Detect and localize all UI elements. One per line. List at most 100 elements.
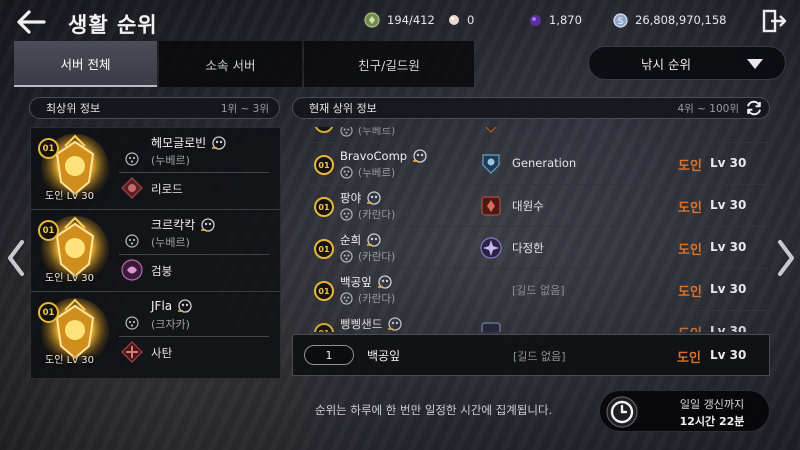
refresh-label: 일일 갱신까지 bbox=[679, 398, 745, 411]
level: Lv 30 bbox=[710, 282, 747, 296]
rank-badge: 01 bbox=[38, 138, 59, 159]
player-name-row: BravoComp bbox=[340, 148, 428, 164]
class-name: 도인 bbox=[678, 243, 702, 258]
guild-emblem-icon bbox=[481, 322, 501, 332]
player-server: (카란다) bbox=[358, 251, 396, 263]
level: Lv 30 bbox=[66, 191, 94, 202]
top-player-card[interactable]: 01 도인 Lv 30 JFla (크자카) 사탄 bbox=[31, 292, 280, 374]
chevron-right-icon[interactable] bbox=[774, 238, 798, 278]
guild-name: 사탄 bbox=[151, 346, 173, 360]
ranking-row[interactable]: 01 팡야 (카란다) 대원수 도인 Lv 30 bbox=[308, 185, 768, 227]
player-name-row: 순희 bbox=[340, 232, 382, 248]
profile-view-icon[interactable] bbox=[387, 316, 403, 332]
guild-name: 검붕 bbox=[151, 264, 173, 278]
range-group: 4위 ~ 100위 bbox=[677, 99, 763, 117]
player-name-row: 삥삥샌드 bbox=[340, 316, 403, 332]
section-label: 현재 상위 정보 bbox=[309, 102, 377, 115]
server-icon bbox=[125, 152, 139, 166]
rank-badge: 01 bbox=[314, 239, 334, 259]
player-name: JFla bbox=[151, 299, 173, 313]
top-player-card[interactable]: 01 도인 Lv 30 크르칵칵 (누베르) 검붕 bbox=[31, 210, 280, 292]
player-name-row: 헤모글로빈 bbox=[151, 134, 227, 151]
ranking-row[interactable]: 01 백공잎 (카란다) [길드 없음] 도인 Lv 30 bbox=[308, 269, 768, 311]
class-name: 도인 bbox=[678, 323, 702, 332]
ranking-type-label: 낚시 순위 bbox=[641, 56, 691, 72]
class-name: 도인 bbox=[678, 285, 702, 300]
ranking-type-dropdown[interactable]: 낚시 순위 bbox=[588, 46, 786, 80]
ranking-list[interactable]: 01 (누베르) 01 BravoComp (누베르) Generation 도… bbox=[308, 127, 768, 332]
my-name: 백공잎 bbox=[367, 349, 401, 363]
pearl-icon bbox=[449, 15, 459, 25]
player-name: 순희 bbox=[340, 233, 362, 247]
player-server: (누베르) bbox=[151, 236, 190, 249]
page-title: 생활 순위 bbox=[68, 13, 158, 37]
divider bbox=[119, 254, 269, 255]
guild-name: 리로드 bbox=[151, 182, 183, 196]
section-label: 최상위 정보 bbox=[46, 102, 101, 115]
ranking-row[interactable]: 01 삥삥샌드 도인 Lv 30 bbox=[308, 311, 768, 332]
guild-emblem-icon bbox=[481, 196, 501, 216]
guild-emblem-icon bbox=[480, 237, 502, 259]
rank-emblem: 01 도인 Lv 30 bbox=[37, 132, 109, 206]
exit-door-icon[interactable] bbox=[761, 8, 787, 34]
ranking-notice: 순위는 하루에 한 번만 일정한 시간에 집계됩니다. bbox=[315, 403, 553, 417]
currency-silver-coin: S 26,808,970,158 bbox=[613, 11, 726, 29]
clock-icon bbox=[606, 396, 638, 428]
tab-home-server[interactable]: 소속 서버 bbox=[159, 41, 302, 87]
level: Lv 30 bbox=[710, 240, 747, 254]
profile-view-icon[interactable] bbox=[366, 232, 382, 248]
refresh-icon[interactable] bbox=[745, 99, 763, 117]
server-icon bbox=[340, 208, 353, 221]
tab-all-servers[interactable]: 서버 전체 bbox=[14, 41, 157, 87]
currency-pearl: 0 bbox=[448, 11, 474, 29]
refresh-countdown: 12시간 22분 bbox=[679, 415, 745, 428]
server-icon bbox=[340, 250, 353, 263]
silver-coin-icon: S bbox=[613, 12, 628, 28]
section-range: 4위 ~ 100위 bbox=[677, 102, 739, 115]
player-name: 헤모글로빈 bbox=[151, 136, 207, 150]
rank-badge: 01 bbox=[314, 281, 334, 301]
currency-value: 194/412 bbox=[387, 13, 435, 27]
rank-badge: 01 bbox=[38, 220, 59, 241]
ranking-row[interactable]: 01 순희 (카란다) 다정한 도인 Lv 30 bbox=[308, 227, 768, 269]
green-gem-icon bbox=[364, 12, 380, 28]
level: Lv 30 bbox=[66, 273, 94, 284]
top-bar: 생활 순위 194/412 0 1,870 S 26,808,970,158 bbox=[0, 0, 800, 44]
guild-name: 다정한 bbox=[512, 241, 544, 255]
class-name: 도인 bbox=[45, 191, 64, 202]
profile-view-icon[interactable] bbox=[200, 217, 216, 233]
class-level-label: 도인 Lv 30 bbox=[45, 187, 94, 202]
top-player-card[interactable]: 01 도인 Lv 30 헤모글로빈 (누베르) 리로드 bbox=[31, 128, 280, 210]
profile-view-icon[interactable] bbox=[211, 135, 227, 151]
rank-badge: 01 bbox=[314, 155, 334, 175]
player-server: (카란다) bbox=[358, 209, 396, 221]
server-icon bbox=[340, 127, 353, 137]
profile-view-icon[interactable] bbox=[366, 190, 382, 206]
profile-view-icon[interactable] bbox=[377, 274, 393, 290]
ranking-row[interactable]: 01 (누베르) bbox=[308, 127, 768, 143]
player-server: (카란다) bbox=[358, 293, 396, 305]
profile-view-icon[interactable] bbox=[177, 298, 193, 314]
my-class: 도인 bbox=[677, 351, 701, 366]
player-server: (누베르) bbox=[358, 127, 396, 137]
profile-view-icon[interactable] bbox=[412, 148, 428, 164]
currency-value: 0 bbox=[467, 13, 475, 27]
guild-name: [길드 없음] bbox=[512, 284, 565, 297]
rank-badge: 01 bbox=[38, 302, 59, 323]
rank-badge: 01 bbox=[314, 323, 334, 332]
rank-emblem: 01 도인 Lv 30 bbox=[37, 214, 109, 288]
tab-friends-guild[interactable]: 친구/길드원 bbox=[304, 41, 474, 87]
player-name: BravoComp bbox=[340, 149, 408, 163]
ranking-row[interactable]: 01 BravoComp (누베르) Generation 도인 Lv 30 bbox=[308, 143, 768, 185]
player-name: 삥삥샌드 bbox=[340, 317, 383, 331]
guild-emblem-icon bbox=[485, 127, 497, 133]
class-name: 도인 bbox=[45, 355, 64, 366]
back-arrow-icon[interactable] bbox=[14, 8, 48, 36]
chevron-left-icon[interactable] bbox=[4, 238, 28, 278]
class-name: 도인 bbox=[678, 201, 702, 216]
server-icon bbox=[340, 292, 353, 305]
server-icon bbox=[340, 166, 353, 179]
player-name-row: JFla bbox=[151, 298, 193, 314]
currency-value: 26,808,970,158 bbox=[635, 13, 727, 27]
player-name-row: 팡야 bbox=[340, 190, 382, 206]
